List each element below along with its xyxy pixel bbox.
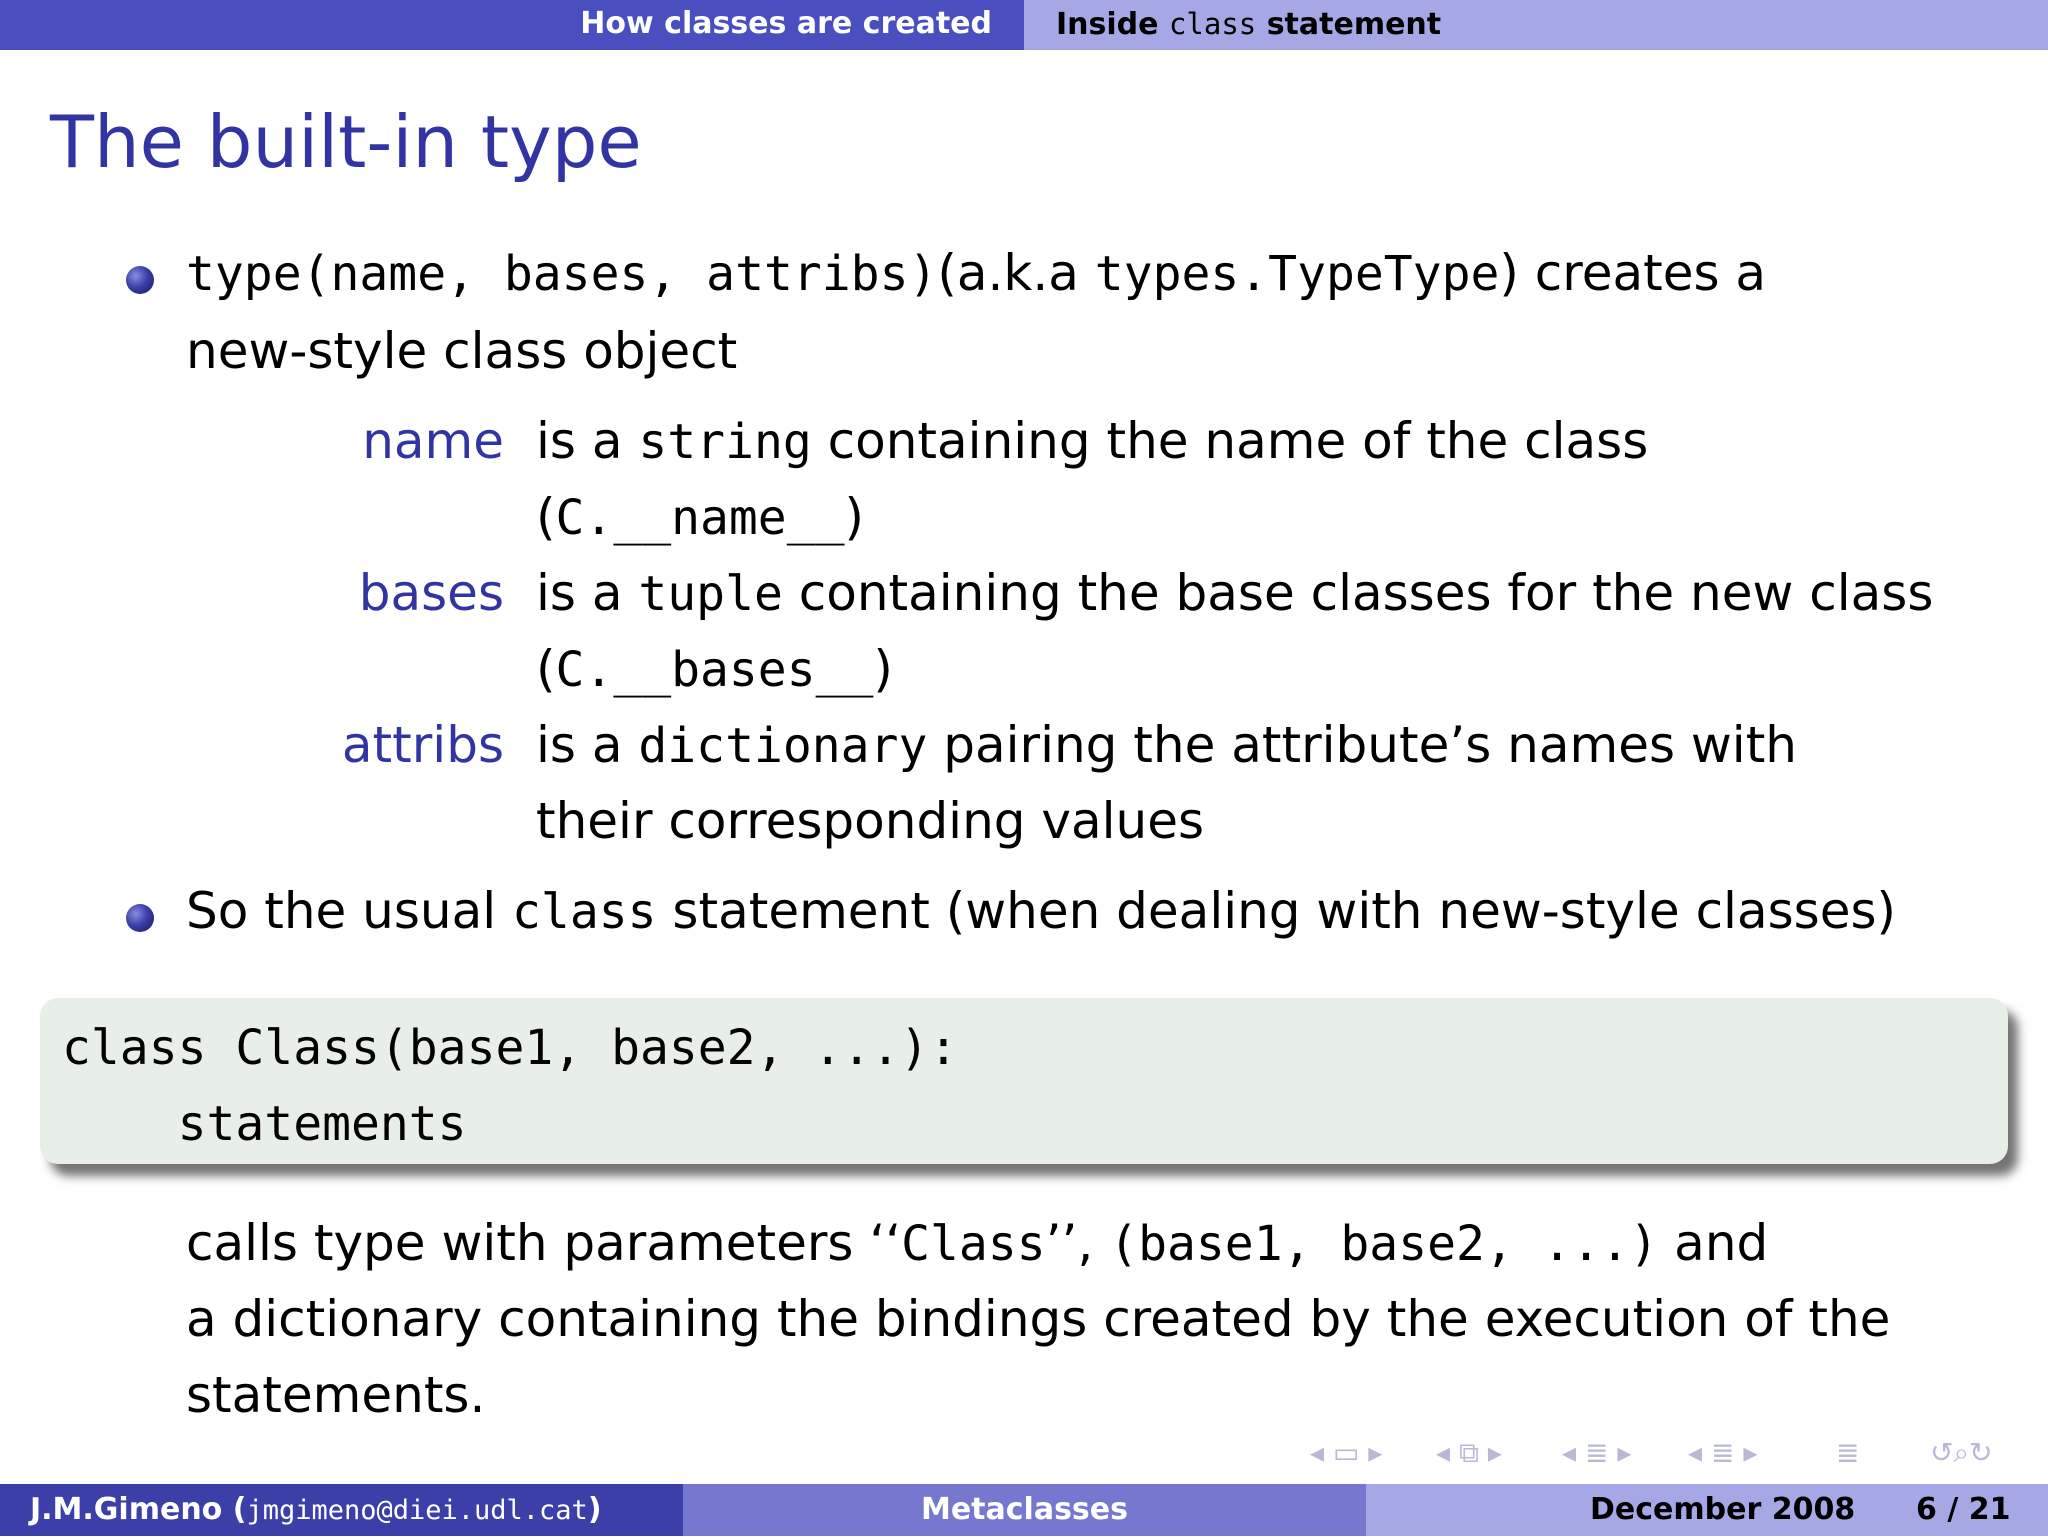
- quote-open: ‘‘: [869, 1214, 902, 1272]
- header-section-current[interactable]: How classes are created: [580, 0, 992, 50]
- explanation-class-name: Class: [901, 1216, 1046, 1272]
- nav-outline-icon[interactable]: ≣: [1836, 1436, 1859, 1469]
- definition-bases-prefix: is a: [536, 564, 639, 622]
- explanation-line2: a dictionary containing the bindings cre…: [186, 1290, 1891, 1348]
- paren-close: ): [844, 488, 865, 546]
- definition-term-name: name: [362, 412, 504, 470]
- header-subsection-code: class: [1168, 7, 1257, 41]
- header-left-panel: How classes are created: [0, 0, 1024, 50]
- quote-close: ’’,: [1045, 1214, 1110, 1272]
- header-subsection-prefix: Inside: [1056, 7, 1169, 42]
- nav-section-list-icon[interactable]: ◂ ≣ ▸: [1688, 1436, 1757, 1469]
- footer-author: J.M.Gimeno (jmgimeno@diei.udl.cat): [30, 1484, 602, 1537]
- footer-date-panel: December 2008 6 / 21: [1366, 1484, 2048, 1536]
- nav-frame-icon[interactable]: ◂ ▭ ▸: [1310, 1436, 1382, 1469]
- paren-open: (: [536, 640, 556, 698]
- definition-term-bases: bases: [358, 564, 504, 622]
- definition-attribs-line2: their corresponding values: [536, 792, 1205, 850]
- footer-page-number: 6 / 21: [1916, 1492, 2011, 1527]
- bullet1-aka-suffix: ) creates a: [1499, 244, 1767, 302]
- bullet2-suffix: statement (when dealing with new-style c…: [656, 882, 1897, 940]
- nav-search-icon[interactable]: ↺⌕↻: [1930, 1436, 1993, 1470]
- header-right-panel: Inside class statement: [1024, 0, 2048, 50]
- footer-author-panel: J.M.Gimeno (jmgimeno@diei.udl.cat): [0, 1484, 683, 1536]
- explanation-line3: statements.: [186, 1366, 486, 1424]
- definition-bases-line2: (C.__bases__): [536, 640, 893, 698]
- nav-subsection-icon[interactable]: ◂ ⧉ ▸: [1436, 1436, 1502, 1470]
- slide-title: The built-in type: [50, 100, 642, 184]
- header-bar: How classes are created Inside class sta…: [0, 0, 2048, 50]
- footer-talk-title: Metaclasses: [920, 1492, 1128, 1527]
- definition-bases-code: tuple: [638, 566, 783, 622]
- bullet2-line: So the usual class statement (when deali…: [186, 882, 1896, 940]
- definition-bases-line1: is a tuple containing the base classes f…: [536, 564, 1933, 622]
- explanation-bases-tuple: (base1, base2, ...): [1109, 1216, 1659, 1272]
- bullet2-prefix: So the usual: [186, 882, 513, 940]
- code-line-2: statements: [62, 1096, 467, 1152]
- definition-name-suffix: containing the name of the class: [811, 412, 1649, 470]
- definition-attribs-suffix: pairing the attribute’s names with: [927, 716, 1797, 774]
- paren-close: ): [873, 640, 893, 698]
- bullet1-line1: type(name, bases, attribs)(a.k.a types.T…: [186, 244, 1766, 302]
- definition-attribs-prefix: is a: [536, 716, 639, 774]
- footer-title-panel: Metaclasses: [683, 1484, 1366, 1536]
- nav-section-icon[interactable]: ◂ ≣ ▸: [1562, 1436, 1631, 1469]
- explanation-prefix: calls type with parameters: [186, 1214, 870, 1272]
- bullet-icon: [126, 904, 154, 932]
- definition-name-line1: is a string containing the name of the c…: [536, 412, 1648, 470]
- author-email: jmgimeno@diei.udl.cat: [246, 1495, 588, 1526]
- bullet1-aka-prefix: (a.k.a: [937, 244, 1095, 302]
- explanation-suffix: and: [1658, 1214, 1769, 1272]
- navigation-symbols: ◂ ▭ ▸ ◂ ⧉ ▸ ◂ ≣ ▸ ◂ ≣ ▸ ≣ ↺⌕↻: [1310, 1436, 2040, 1476]
- definition-name-code: string: [638, 414, 812, 470]
- bullet1-code: type(name, bases, attribs): [186, 246, 938, 302]
- header-subsection-suffix: statement: [1256, 7, 1442, 42]
- paren-open: (: [536, 488, 556, 546]
- bullet1-aka-code: types.TypeType: [1094, 246, 1500, 302]
- footer-date: December 2008: [1590, 1492, 1856, 1527]
- author-name: J.M.Gimeno: [30, 1492, 223, 1527]
- definition-term-attribs: attribs: [341, 716, 504, 774]
- definition-attribs-code: dictionary: [638, 718, 928, 774]
- code-line-1: class Class(base1, base2, ...):: [62, 1020, 958, 1076]
- definition-name-attr: C.__name__: [555, 490, 845, 546]
- bullet-icon: [126, 266, 154, 294]
- definition-bases-attr: C.__bases__: [555, 642, 874, 698]
- code-block: class Class(base1, base2, ...): statemen…: [40, 998, 2008, 1164]
- bullet1-line2: new-style class object: [186, 322, 738, 380]
- definition-attribs-line1: is a dictionary pairing the attribute’s …: [536, 716, 1797, 774]
- footer-bar: J.M.Gimeno (jmgimeno@diei.udl.cat) Metac…: [0, 1484, 2048, 1536]
- definition-name-prefix: is a: [536, 412, 639, 470]
- definition-name-line2: (C.__name__): [536, 488, 864, 546]
- header-subsection-current[interactable]: Inside class statement: [1056, 0, 1441, 50]
- explanation-line1: calls type with parameters ‘‘Class’’, (b…: [186, 1214, 1768, 1272]
- author-paren-close: ): [587, 1492, 602, 1527]
- bullet2-code: class: [512, 884, 657, 940]
- definition-bases-suffix: containing the base classes for the new …: [782, 564, 1934, 622]
- author-paren-open: (: [222, 1492, 247, 1527]
